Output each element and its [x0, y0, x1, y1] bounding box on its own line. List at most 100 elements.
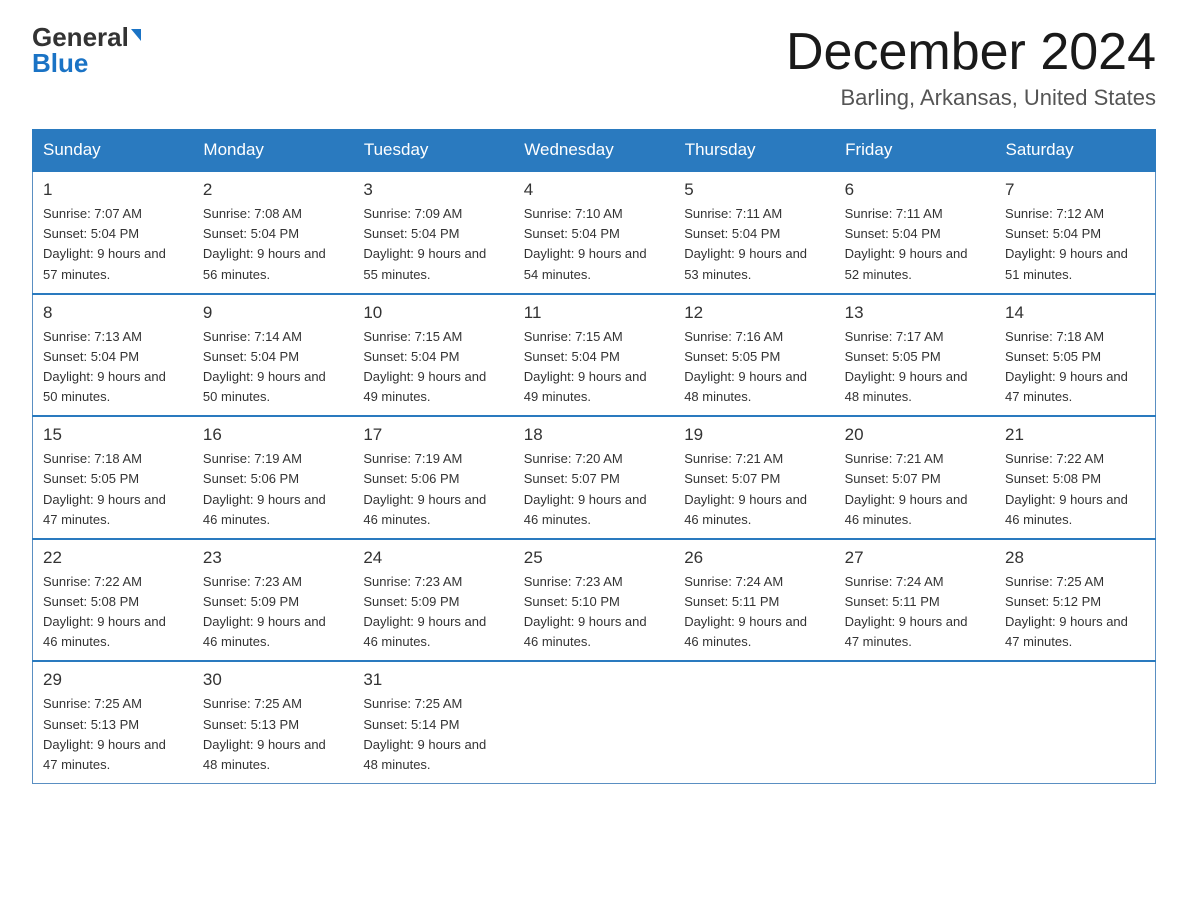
sunset-text: Sunset: 5:13 PM	[43, 717, 139, 732]
sunset-text: Sunset: 5:11 PM	[684, 594, 779, 609]
day-number: 30	[203, 670, 343, 690]
daylight-text: Daylight: 9 hours and 48 minutes.	[203, 737, 326, 772]
sunrise-text: Sunrise: 7:24 AM	[845, 574, 944, 589]
day-number: 19	[684, 425, 824, 445]
day-cell-25: 25Sunrise: 7:23 AMSunset: 5:10 PMDayligh…	[514, 539, 674, 662]
day-info: Sunrise: 7:10 AM Sunset: 5:04 PM Daylight:…	[524, 204, 664, 285]
day-cell-16: 16Sunrise: 7:19 AMSunset: 5:06 PMDayligh…	[193, 416, 353, 539]
week-row-1: 1Sunrise: 7:07 AMSunset: 5:04 PMDaylight…	[33, 171, 1156, 294]
sunrise-text: Sunrise: 7:24 AM	[684, 574, 783, 589]
logo-arrow-icon	[131, 29, 141, 41]
daylight-text: Daylight: 9 hours and 49 minutes.	[363, 369, 486, 404]
sunset-text: Sunset: 5:04 PM	[203, 226, 299, 241]
daylight-text: Daylight: 9 hours and 46 minutes.	[845, 492, 968, 527]
sunset-text: Sunset: 5:10 PM	[524, 594, 620, 609]
sunset-text: Sunset: 5:04 PM	[1005, 226, 1101, 241]
day-number: 2	[203, 180, 343, 200]
day-cell-8: 8 Sunrise: 7:13 AMSunset: 5:04 PMDaylight…	[33, 294, 193, 417]
sunset-text: Sunset: 5:08 PM	[1005, 471, 1101, 486]
sunset-text: Sunset: 5:11 PM	[845, 594, 940, 609]
sunset-text: Sunset: 5:04 PM	[684, 226, 780, 241]
day-info: Sunrise: 7:23 AM Sunset: 5:10 PM Daylight:…	[524, 572, 664, 653]
day-info: Sunrise: 7:22 AMSunset: 5:08 PMDaylight:…	[1005, 449, 1145, 530]
day-cell-21: 21Sunrise: 7:22 AMSunset: 5:08 PMDayligh…	[995, 416, 1155, 539]
weekday-header-friday: Friday	[835, 130, 995, 172]
empty-cell	[835, 661, 995, 783]
title-block: December 2024 Barling, Arkansas, United …	[786, 24, 1156, 111]
daylight-text: Daylight: 9 hours and 46 minutes.	[524, 614, 647, 649]
daylight-text: Daylight: 9 hours and 57 minutes.	[43, 246, 166, 281]
day-cell-3: 3Sunrise: 7:09 AMSunset: 5:04 PMDaylight…	[353, 171, 513, 294]
daylight-text: Daylight: 9 hours and 46 minutes.	[43, 614, 166, 649]
day-info: Sunrise: 7:25 AMSunset: 5:13 PMDaylight:…	[203, 694, 343, 775]
day-info: Sunrise: 7:24 AMSunset: 5:11 PMDaylight:…	[845, 572, 985, 653]
day-number: 8	[43, 303, 183, 323]
sunrise-text: Sunrise: 7:09 AM	[363, 206, 462, 221]
sunset-text: Sunset: 5:04 PM	[203, 349, 299, 364]
day-cell-10: 10 Sunrise: 7:15 AM Sunset: 5:04 PM Dayligh…	[353, 294, 513, 417]
sunrise-text: Sunrise: 7:10 AM	[524, 206, 623, 221]
day-cell-17: 17 Sunrise: 7:19 AM Sunset: 5:06 PM Dayligh…	[353, 416, 513, 539]
sunset-text: Sunset: 5:05 PM	[684, 349, 780, 364]
daylight-text: Daylight: 9 hours and 47 minutes.	[43, 737, 166, 772]
day-info: Sunrise: 7:13 AMSunset: 5:04 PMDaylight:…	[43, 327, 183, 408]
weekday-header-wednesday: Wednesday	[514, 130, 674, 172]
daylight-text: Daylight: 9 hours and 46 minutes.	[363, 492, 486, 527]
logo-general-text: General	[32, 24, 129, 50]
day-info: Sunrise: 7:23 AMSunset: 5:09 PMDaylight:…	[203, 572, 343, 653]
sunset-text: Sunset: 5:14 PM	[363, 717, 459, 732]
sunrise-text: Sunrise: 7:23 AM	[524, 574, 623, 589]
day-info: Sunrise: 7:25 AMSunset: 5:12 PMDaylight:…	[1005, 572, 1145, 653]
empty-cell	[514, 661, 674, 783]
day-cell-18: 18Sunrise: 7:20 AMSunset: 5:07 PMDayligh…	[514, 416, 674, 539]
day-number: 18	[524, 425, 664, 445]
sunset-text: Sunset: 5:05 PM	[845, 349, 941, 364]
day-number: 4	[524, 180, 664, 200]
sunset-text: Sunset: 5:07 PM	[524, 471, 620, 486]
sunrise-text: Sunrise: 7:18 AM	[1005, 329, 1104, 344]
sunset-text: Sunset: 5:04 PM	[845, 226, 941, 241]
day-info: Sunrise: 7:11 AMSunset: 5:04 PMDaylight:…	[845, 204, 985, 285]
day-number: 10	[363, 303, 503, 323]
week-row-4: 22Sunrise: 7:22 AMSunset: 5:08 PMDayligh…	[33, 539, 1156, 662]
day-info: Sunrise: 7:16 AMSunset: 5:05 PMDaylight:…	[684, 327, 824, 408]
day-cell-28: 28Sunrise: 7:25 AMSunset: 5:12 PMDayligh…	[995, 539, 1155, 662]
day-info: Sunrise: 7:22 AMSunset: 5:08 PMDaylight:…	[43, 572, 183, 653]
day-info: Sunrise: 7:17 AMSunset: 5:05 PMDaylight:…	[845, 327, 985, 408]
day-info: Sunrise: 7:24 AMSunset: 5:11 PMDaylight:…	[684, 572, 824, 653]
week-row-3: 15Sunrise: 7:18 AMSunset: 5:05 PMDayligh…	[33, 416, 1156, 539]
daylight-text: Daylight: 9 hours and 52 minutes.	[845, 246, 968, 281]
sunrise-text: Sunrise: 7:22 AM	[1005, 451, 1104, 466]
sunset-text: Sunset: 5:09 PM	[363, 594, 459, 609]
day-info: Sunrise: 7:21 AMSunset: 5:07 PMDaylight:…	[845, 449, 985, 530]
daylight-text: Daylight: 9 hours and 48 minutes.	[845, 369, 968, 404]
day-cell-2: 2Sunrise: 7:08 AMSunset: 5:04 PMDaylight…	[193, 171, 353, 294]
week-row-5: 29Sunrise: 7:25 AMSunset: 5:13 PMDayligh…	[33, 661, 1156, 783]
sunrise-text: Sunrise: 7:15 AM	[363, 329, 462, 344]
empty-cell	[674, 661, 834, 783]
sunrise-text: Sunrise: 7:25 AM	[43, 696, 142, 711]
day-number: 17	[363, 425, 503, 445]
day-info: Sunrise: 7:09 AMSunset: 5:04 PMDaylight:…	[363, 204, 503, 285]
day-cell-23: 23Sunrise: 7:23 AMSunset: 5:09 PMDayligh…	[193, 539, 353, 662]
daylight-text: Daylight: 9 hours and 48 minutes.	[684, 369, 807, 404]
sunrise-text: Sunrise: 7:15 AM	[524, 329, 623, 344]
sunset-text: Sunset: 5:04 PM	[524, 226, 620, 241]
sunrise-text: Sunrise: 7:07 AM	[43, 206, 142, 221]
daylight-text: Daylight: 9 hours and 54 minutes.	[524, 246, 647, 281]
sunset-text: Sunset: 5:04 PM	[363, 226, 459, 241]
sunset-text: Sunset: 5:06 PM	[203, 471, 299, 486]
day-cell-20: 20Sunrise: 7:21 AMSunset: 5:07 PMDayligh…	[835, 416, 995, 539]
day-info: Sunrise: 7:23 AMSunset: 5:09 PMDaylight:…	[363, 572, 503, 653]
sunset-text: Sunset: 5:06 PM	[363, 471, 459, 486]
weekday-header-row: SundayMondayTuesdayWednesdayThursdayFrid…	[33, 130, 1156, 172]
sunset-text: Sunset: 5:04 PM	[363, 349, 459, 364]
day-info: Sunrise: 7:14 AMSunset: 5:04 PMDaylight:…	[203, 327, 343, 408]
sunset-text: Sunset: 5:07 PM	[845, 471, 941, 486]
weekday-header-thursday: Thursday	[674, 130, 834, 172]
daylight-text: Daylight: 9 hours and 46 minutes.	[363, 614, 486, 649]
sunrise-text: Sunrise: 7:19 AM	[363, 451, 462, 466]
sunrise-text: Sunrise: 7:25 AM	[1005, 574, 1104, 589]
day-number: 24	[363, 548, 503, 568]
sunrise-text: Sunrise: 7:25 AM	[363, 696, 462, 711]
